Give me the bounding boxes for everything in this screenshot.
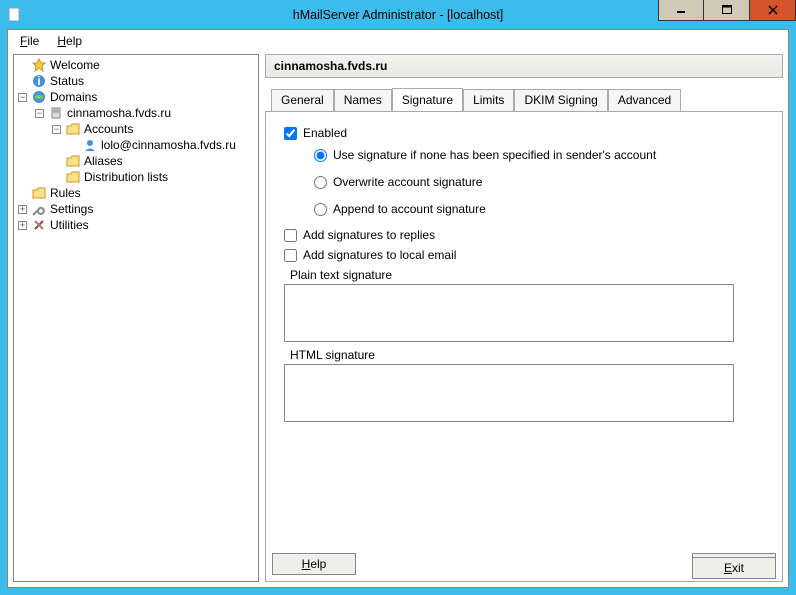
globe-icon	[31, 89, 47, 105]
server-icon	[48, 105, 64, 121]
nav-tree[interactable]: Welcome i Status Domains cinnamosha.fvds.…	[13, 54, 259, 582]
folder-icon	[65, 169, 81, 185]
tree-domains[interactable]: Domains	[50, 90, 97, 104]
close-button[interactable]	[750, 0, 796, 21]
tree-accounts[interactable]: Accounts	[84, 122, 133, 136]
tree-distlists[interactable]: Distribution lists	[84, 170, 168, 184]
plain-label: Plain text signature	[290, 268, 764, 282]
app-icon	[8, 7, 22, 23]
local-checkbox[interactable]	[284, 249, 297, 262]
radio-append[interactable]	[314, 203, 327, 216]
expander-icon[interactable]	[18, 221, 27, 230]
menubar: File Help	[8, 30, 788, 52]
tools-icon	[31, 217, 47, 233]
folder-icon	[31, 185, 47, 201]
expander-icon[interactable]	[18, 93, 27, 102]
user-icon	[82, 137, 98, 153]
panel-title: cinnamosha.fvds.ru	[274, 59, 387, 73]
expander-icon[interactable]	[35, 109, 44, 118]
tab-dkim[interactable]: DKIM Signing	[514, 89, 607, 112]
minimize-button[interactable]	[658, 0, 704, 21]
tree-account[interactable]: lolo@cinnamosha.fvds.ru	[101, 138, 236, 152]
info-icon: i	[31, 73, 47, 89]
menu-file[interactable]: File	[12, 32, 47, 50]
tab-advanced[interactable]: Advanced	[608, 89, 681, 112]
local-label: Add signatures to local email	[303, 248, 456, 262]
tree-domain[interactable]: cinnamosha.fvds.ru	[67, 106, 171, 120]
radio-use-if-none[interactable]	[314, 149, 327, 162]
help-button[interactable]: Help	[272, 553, 356, 575]
tree-status[interactable]: Status	[50, 74, 84, 88]
tree-rules[interactable]: Rules	[50, 186, 81, 200]
radio-label: Use signature if none has been specified…	[333, 148, 656, 162]
svg-text:i: i	[37, 74, 40, 88]
maximize-button[interactable]	[704, 0, 750, 21]
folder-open-icon	[65, 121, 81, 137]
tabstrip: General Names Signature Limits DKIM Sign…	[265, 88, 783, 111]
expander-icon[interactable]	[52, 125, 61, 134]
star-icon	[31, 57, 47, 73]
tab-names[interactable]: Names	[334, 89, 392, 112]
radio-label: Append to account signature	[333, 202, 486, 216]
radio-label: Overwrite account signature	[333, 175, 482, 189]
tree-utilities[interactable]: Utilities	[50, 218, 89, 232]
titlebar: hMailServer Administrator - [localhost]	[0, 0, 796, 29]
html-label: HTML signature	[290, 348, 764, 362]
exit-button[interactable]: Exit	[692, 557, 776, 579]
enabled-label: Enabled	[303, 126, 347, 140]
window-title: hMailServer Administrator - [localhost]	[293, 8, 504, 22]
replies-label: Add signatures to replies	[303, 228, 435, 242]
radio-overwrite[interactable]	[314, 176, 327, 189]
tree-welcome[interactable]: Welcome	[50, 58, 100, 72]
tab-signature[interactable]: Signature	[392, 88, 463, 111]
tab-general[interactable]: General	[271, 89, 334, 112]
tree-settings[interactable]: Settings	[50, 202, 93, 216]
replies-checkbox[interactable]	[284, 229, 297, 242]
wrench-icon	[31, 201, 47, 217]
folder-icon	[65, 153, 81, 169]
plain-signature-textarea[interactable]	[284, 284, 734, 342]
tree-aliases[interactable]: Aliases	[84, 154, 123, 168]
panel-header: cinnamosha.fvds.ru	[265, 54, 783, 78]
tab-limits[interactable]: Limits	[463, 89, 514, 112]
html-signature-textarea[interactable]	[284, 364, 734, 422]
menu-help[interactable]: Help	[49, 32, 90, 50]
enabled-checkbox[interactable]	[284, 127, 297, 140]
tab-body: Enabled Use signature if none has been s…	[265, 111, 783, 582]
expander-icon[interactable]	[18, 205, 27, 214]
